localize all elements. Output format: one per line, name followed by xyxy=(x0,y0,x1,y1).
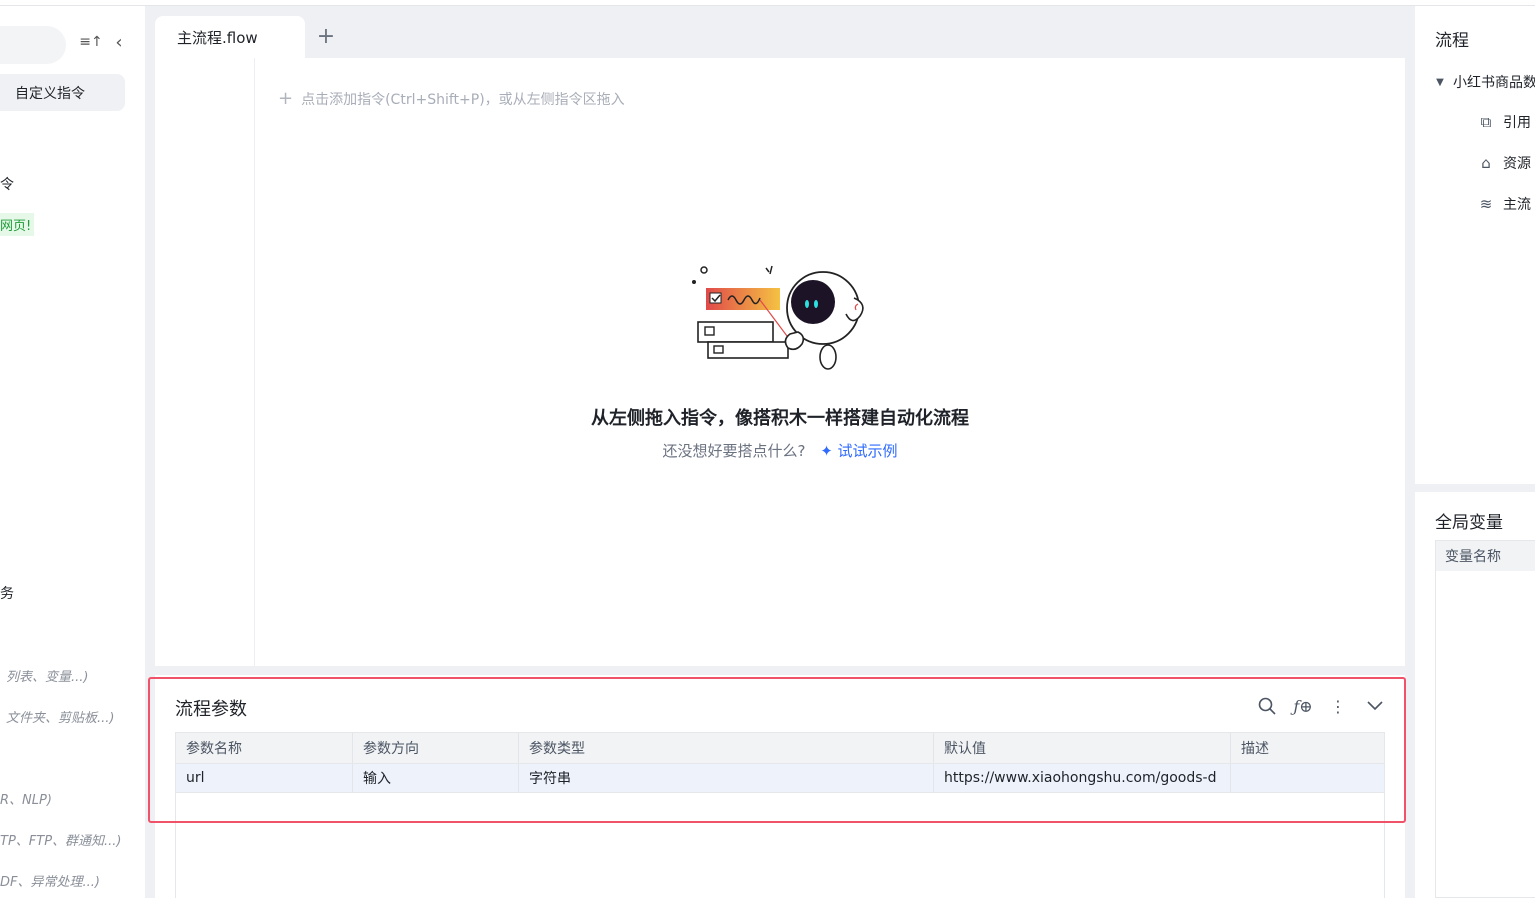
tree-item-label: 资源 xyxy=(1503,156,1531,172)
tab-main-flow[interactable]: 主流程.flow xyxy=(155,16,305,58)
tree-item-reference[interactable]: ⧉ 引用 xyxy=(1477,112,1531,132)
app-root: ≡↑ ‹ 自定义指令 令 网页! 务 列表、变量...) 文件夹、剪贴板...)… xyxy=(0,0,1535,898)
table-row[interactable]: url 输入 字符串 https://www.xiaohongshu.com/g… xyxy=(176,763,1384,793)
global-vars-title: 全局变量 xyxy=(1435,513,1503,533)
layers-icon: ≋ xyxy=(1479,195,1493,213)
add-instruction-text: 点击添加指令(Ctrl+Shift+P)，或从左侧指令区拖入 xyxy=(301,91,625,108)
sidebar-item-hint[interactable]: 文件夹、剪贴板...) xyxy=(6,707,114,726)
chevron-left-icon[interactable]: ‹ xyxy=(108,31,130,53)
chevron-down-icon[interactable] xyxy=(1362,693,1388,719)
copy-icon: ⧉ xyxy=(1480,113,1492,131)
custom-instruction-button[interactable]: 自定义指令 xyxy=(0,74,125,111)
flow-params-panel: 流程参数 ƒ⊕ ⋮ 参数名称 参数方向 参数类型 默认值 描述 url 输入 字… xyxy=(155,675,1405,898)
plus-icon: + xyxy=(278,88,294,109)
sidebar-item-hint[interactable]: DF、异常处理...) xyxy=(0,871,100,890)
sparkle-icon: ✦ xyxy=(820,442,833,460)
tree-item-label: 主流 xyxy=(1503,197,1531,213)
param-default-cell[interactable]: https://www.xiaohongshu.com/goods-d xyxy=(934,764,1231,792)
line-gutter xyxy=(155,58,255,666)
flow-canvas[interactable]: + 点击添加指令(Ctrl+Shift+P)，或从左侧指令区拖入 从左侧拖入指令… xyxy=(155,58,1405,666)
right-panel: 流程 ▼ 小红书商品数 ⧉ 引用 ⌂ 资源 ≋ 主流 全局变量 变量名称 xyxy=(1415,6,1535,898)
tree-root[interactable]: ▼ 小红书商品数 xyxy=(1435,72,1535,92)
more-icon[interactable]: ⋮ xyxy=(1325,693,1351,719)
caret-down-icon: ▼ xyxy=(1436,76,1444,88)
add-instruction-hint[interactable]: + 点击添加指令(Ctrl+Shift+P)，或从左侧指令区拖入 xyxy=(278,88,625,109)
column-header[interactable]: 变量名称 xyxy=(1436,541,1535,571)
search-icon[interactable] xyxy=(1254,693,1280,719)
param-desc-cell[interactable] xyxy=(1231,764,1384,792)
params-table: 参数名称 参数方向 参数类型 默认值 描述 url 输入 字符串 https:/… xyxy=(175,732,1385,898)
panel-divider xyxy=(1415,484,1535,492)
add-tab-icon[interactable]: + xyxy=(315,22,337,50)
empty-state-subtitle: 还没想好要搭点什么? ✦ 试试示例 xyxy=(155,440,1405,461)
sidebar-item-hint[interactable]: R、NLP) xyxy=(0,789,52,808)
sort-icon[interactable]: ≡↑ xyxy=(79,31,102,53)
column-header[interactable]: 参数名称 xyxy=(176,733,353,763)
tree-item-label: 引用 xyxy=(1503,115,1531,131)
tree-item-main[interactable]: ≋ 主流 xyxy=(1477,194,1531,214)
sidebar-item[interactable]: 令 xyxy=(0,174,14,194)
left-sidebar: ≡↑ ‹ 自定义指令 令 网页! 务 列表、变量...) 文件夹、剪贴板...)… xyxy=(0,6,145,898)
param-type-cell[interactable]: 字符串 xyxy=(519,764,934,792)
param-name-cell[interactable]: url xyxy=(176,764,353,792)
try-example-label: 试试示例 xyxy=(837,442,898,460)
tree-item-resource[interactable]: ⌂ 资源 xyxy=(1477,153,1531,173)
column-header[interactable]: 默认值 xyxy=(934,733,1231,763)
param-direction-cell[interactable]: 输入 xyxy=(353,764,519,792)
tab-bar: 主流程.flow + xyxy=(155,6,1405,58)
search-input[interactable] xyxy=(0,26,66,64)
robot-illustration xyxy=(692,265,864,370)
flow-panel-title: 流程 xyxy=(1435,31,1469,51)
column-header[interactable]: 描述 xyxy=(1231,733,1384,763)
try-example-link[interactable]: ✦ 试试示例 xyxy=(820,442,897,460)
empty-state-question: 还没想好要搭点什么? xyxy=(662,442,806,460)
tree-root-label: 小红书商品数 xyxy=(1453,75,1535,91)
empty-state-title: 从左侧拖入指令，像搭积木一样搭建自动化流程 xyxy=(591,408,969,429)
column-header[interactable]: 参数类型 xyxy=(519,733,934,763)
sidebar-item-hint[interactable]: TP、FTP、群通知...) xyxy=(0,830,122,849)
column-header[interactable]: 参数方向 xyxy=(353,733,519,763)
sidebar-item-hint[interactable]: 列表、变量...) xyxy=(6,666,88,685)
puzzle-icon: ⌂ xyxy=(1481,154,1491,172)
sidebar-badge: 网页! xyxy=(0,213,35,236)
fx-icon[interactable]: ƒ⊕ xyxy=(1290,693,1316,719)
flow-params-title: 流程参数 xyxy=(175,699,247,720)
table-header-row: 参数名称 参数方向 参数类型 默认值 描述 xyxy=(176,733,1384,763)
global-vars-table: 变量名称 xyxy=(1435,540,1535,898)
sidebar-item[interactable]: 务 xyxy=(0,583,14,603)
